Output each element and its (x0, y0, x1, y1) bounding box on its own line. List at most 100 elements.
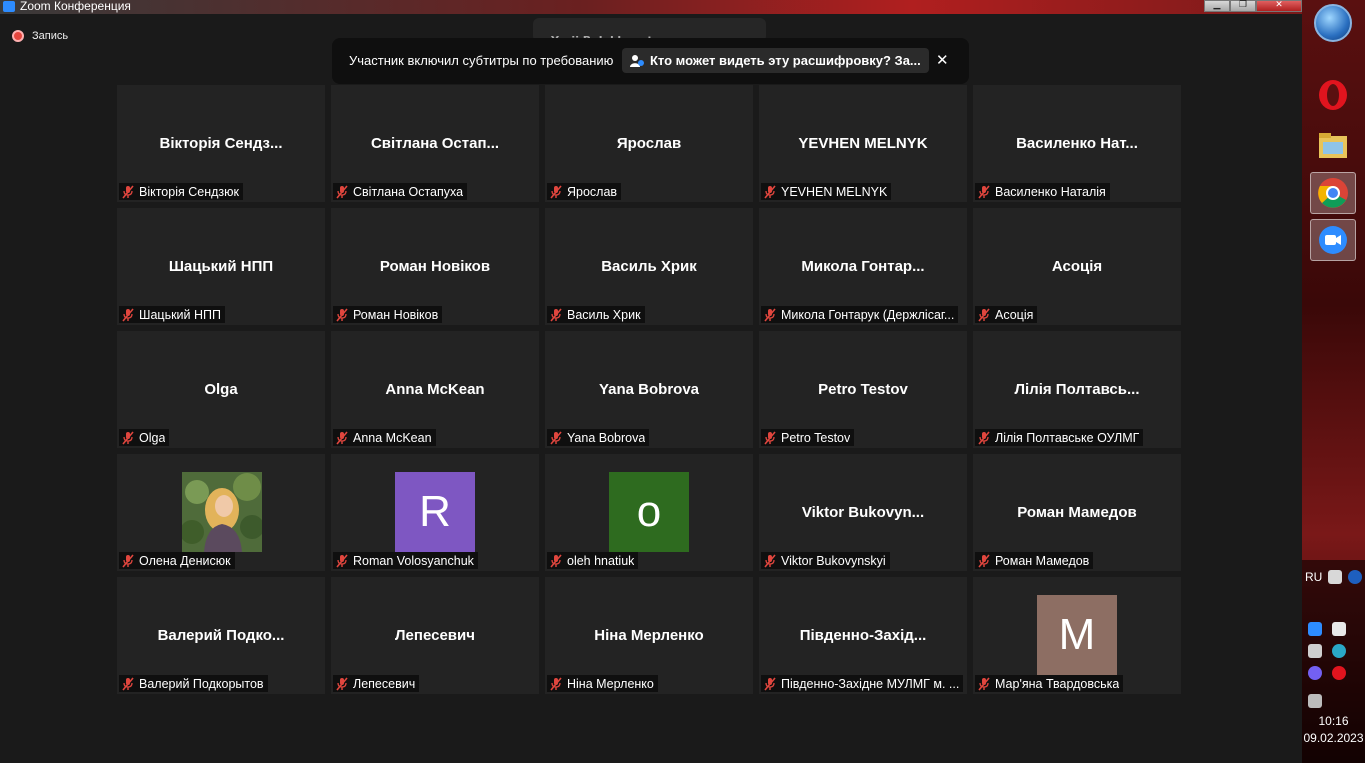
maximize-button[interactable]: ❐ (1230, 0, 1256, 12)
help-icon[interactable] (1348, 570, 1362, 584)
participant-tile[interactable]: Anna McKean Anna McKean (331, 331, 539, 448)
document-icon[interactable] (1328, 570, 1342, 584)
viber-icon[interactable] (1308, 666, 1322, 680)
start-button[interactable] (1314, 4, 1352, 42)
participant-name: Вікторія Сендзюк (139, 184, 239, 199)
participant-display-name: Микола Гонтар... (801, 258, 925, 275)
participant-name-label: Микола Гонтарук (Держлісаг... (761, 306, 959, 323)
muted-mic-icon (764, 553, 776, 568)
participant-name-label: Ніна Мерленко (547, 675, 658, 692)
transcript-visibility-button[interactable]: Кто может видеть эту расшифровку? За... (622, 48, 929, 73)
participant-tile[interactable]: Лепесевич Лепесевич (331, 577, 539, 694)
opera-taskbar-item[interactable] (1310, 74, 1356, 116)
close-window-button[interactable]: ✕ (1256, 0, 1302, 12)
participant-display-name: Olga (204, 381, 238, 398)
participant-tile[interactable]: Василенко Нат... Василенко Наталія (973, 85, 1181, 202)
zoom-tray-icon[interactable] (1308, 622, 1322, 636)
participant-display-name: Petro Testov (818, 381, 908, 398)
participant-tile[interactable]: Вікторія Сендз... Вікторія Сендзюк (117, 85, 325, 202)
participant-name-label: Південно-Західне МУЛМГ м. ... (761, 675, 964, 692)
participant-name-label: Світлана Остапуха (333, 183, 468, 200)
volume-icon[interactable] (1308, 644, 1322, 658)
participant-name: Anna McKean (353, 430, 432, 445)
participant-display-name: Ярослав (616, 135, 682, 152)
clock-date[interactable]: 09.02.2023 (1302, 731, 1365, 745)
participant-name-label: Yana Bobrova (547, 429, 650, 446)
participant-name: Валерий Подкорытов (139, 676, 264, 691)
participant-name-label: Ярослав (547, 183, 622, 200)
clipboard-icon[interactable] (1332, 622, 1346, 636)
muted-mic-icon (550, 676, 562, 691)
language-indicator[interactable]: RU (1305, 570, 1322, 584)
participant-name: Yana Bobrova (567, 430, 646, 445)
skype-icon[interactable] (1332, 644, 1346, 658)
zoom-taskbar-item[interactable] (1310, 219, 1356, 261)
participant-tile[interactable]: Petro Testov Petro Testov (759, 331, 967, 448)
participant-display-name: Асоція (1051, 258, 1103, 275)
participant-name-label: Валерий Подкорытов (119, 675, 268, 692)
participant-avatar: o (609, 472, 689, 552)
people-icon (630, 54, 644, 67)
muted-mic-icon (122, 430, 134, 445)
participant-tile[interactable]: Ярослав Ярослав (545, 85, 753, 202)
participant-tile[interactable]: M Мар'яна Твардовська (973, 577, 1181, 694)
chrome-icon (1318, 178, 1348, 208)
participant-tile[interactable]: Роман Мамедов Роман Мамедов (973, 454, 1181, 571)
participant-tile[interactable]: Олена Денисюк (117, 454, 325, 571)
participant-name-label: oleh hnatiuk (547, 552, 639, 569)
participant-name-label: Роман Новіков (333, 306, 443, 323)
participant-tile[interactable]: o oleh hnatiuk (545, 454, 753, 571)
participant-name: YEVHEN MELNYK (781, 184, 888, 199)
participant-display-name: Лепесевич (395, 627, 475, 644)
participant-name: Роман Мамедов (995, 553, 1090, 568)
participant-tile[interactable]: R Roman Volosyanchuk (331, 454, 539, 571)
avatar-letter: R (419, 487, 451, 536)
participant-name: Шацький НПП (139, 307, 221, 322)
participant-name: oleh hnatiuk (567, 553, 635, 568)
participant-tile[interactable]: Асоція Асоція (973, 208, 1181, 325)
participant-name-label: Шацький НПП (119, 306, 225, 323)
avatar-letter: o (636, 487, 662, 536)
participant-display-name: Василь Хрик (601, 258, 697, 275)
participant-tile[interactable]: Olga Olga (117, 331, 325, 448)
participant-tile[interactable]: Микола Гонтар... Микола Гонтарук (Держліс… (759, 208, 967, 325)
participant-tile[interactable]: Yana Bobrova Yana Bobrova (545, 331, 753, 448)
participant-display-name: Південно-Захід... (799, 627, 927, 644)
participant-tile[interactable]: Ніна Мерленко Ніна Мерленко (545, 577, 753, 694)
participant-name-label: Viktor Bukovynskyi (761, 552, 890, 569)
participant-name: Ярослав (567, 184, 618, 199)
muted-mic-icon (550, 307, 562, 322)
participant-tile[interactable]: Лілія Полтавсь... Лілія Полтавське ОУЛМГ (973, 331, 1181, 448)
participant-tile[interactable]: Шацький НПП Шацький НПП (117, 208, 325, 325)
network-icon[interactable] (1308, 694, 1322, 708)
muted-mic-icon (336, 184, 348, 199)
participant-avatar: M (1037, 595, 1117, 675)
participant-name: Світлана Остапуха (353, 184, 464, 199)
participant-name: Roman Volosyanchuk (353, 553, 474, 568)
participant-name: Василенко Наталія (995, 184, 1106, 199)
participant-name: Лілія Полтавське ОУЛМГ (995, 430, 1140, 445)
zoom-app-icon (3, 1, 15, 12)
participant-tile[interactable]: Viktor Bukovyn... Viktor Bukovynskyi (759, 454, 967, 571)
participant-tile[interactable]: Василь Хрик Василь Хрик (545, 208, 753, 325)
participant-name: Мар'яна Твардовська (995, 676, 1120, 691)
participant-tile[interactable]: Світлана Остап... Світлана Остапуха (331, 85, 539, 202)
chrome-taskbar-item[interactable] (1310, 172, 1356, 214)
participant-display-name: Роман Новіков (379, 258, 491, 275)
participant-tile[interactable]: Роман Новіков Роман Новіков (331, 208, 539, 325)
opera-tray-icon[interactable] (1332, 666, 1346, 680)
participant-photo (182, 472, 262, 552)
participant-tile[interactable]: Валерий Подко... Валерий Подкорытов (117, 577, 325, 694)
muted-mic-icon (550, 430, 562, 445)
participant-name-label: Олена Денисюк (119, 552, 235, 569)
recording-indicator[interactable]: Запись (12, 30, 68, 42)
close-banner-icon[interactable]: ✕ (936, 51, 949, 69)
explorer-taskbar-item[interactable] (1310, 124, 1356, 166)
minimize-button[interactable]: ▁ (1204, 0, 1230, 12)
participant-name: Південно-Західне МУЛМГ м. ... (781, 676, 960, 691)
participant-name-label: Асоція (975, 306, 1038, 323)
participant-tile[interactable]: YEVHEN MELNYK YEVHEN MELNYK (759, 85, 967, 202)
clock-time[interactable]: 10:16 (1302, 714, 1365, 728)
muted-mic-icon (978, 430, 990, 445)
participant-tile[interactable]: Південно-Захід... Південно-Західне МУЛМГ … (759, 577, 967, 694)
